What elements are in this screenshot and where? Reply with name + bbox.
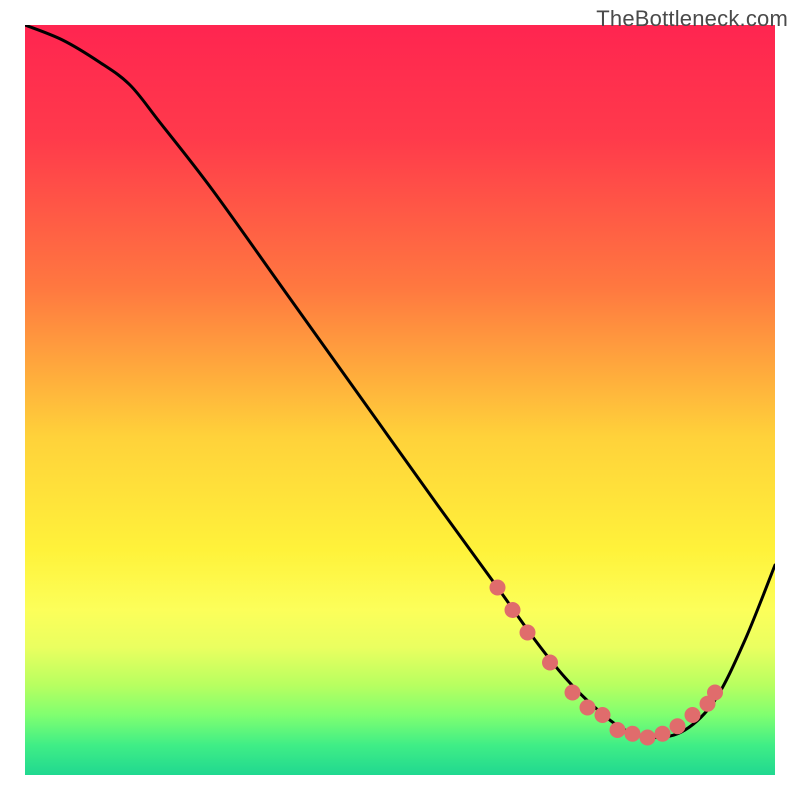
highlight-marker (685, 707, 701, 723)
chart-container: TheBottleneck.com (0, 0, 800, 800)
highlight-marker (520, 625, 536, 641)
plot-area (25, 25, 775, 775)
highlight-marker (595, 707, 611, 723)
highlight-marker (670, 718, 686, 734)
highlight-marker (542, 655, 558, 671)
highlight-marker (625, 726, 641, 742)
highlight-marker (655, 726, 671, 742)
highlight-marker (640, 730, 656, 746)
highlight-marker (707, 685, 723, 701)
bottleneck-chart-svg (25, 25, 775, 775)
highlight-marker (505, 602, 521, 618)
watermark-label: TheBottleneck.com (596, 6, 788, 32)
highlight-marker (610, 722, 626, 738)
highlight-marker (490, 580, 506, 596)
highlight-marker (580, 700, 596, 716)
highlight-marker (565, 685, 581, 701)
gradient-background (25, 25, 775, 775)
